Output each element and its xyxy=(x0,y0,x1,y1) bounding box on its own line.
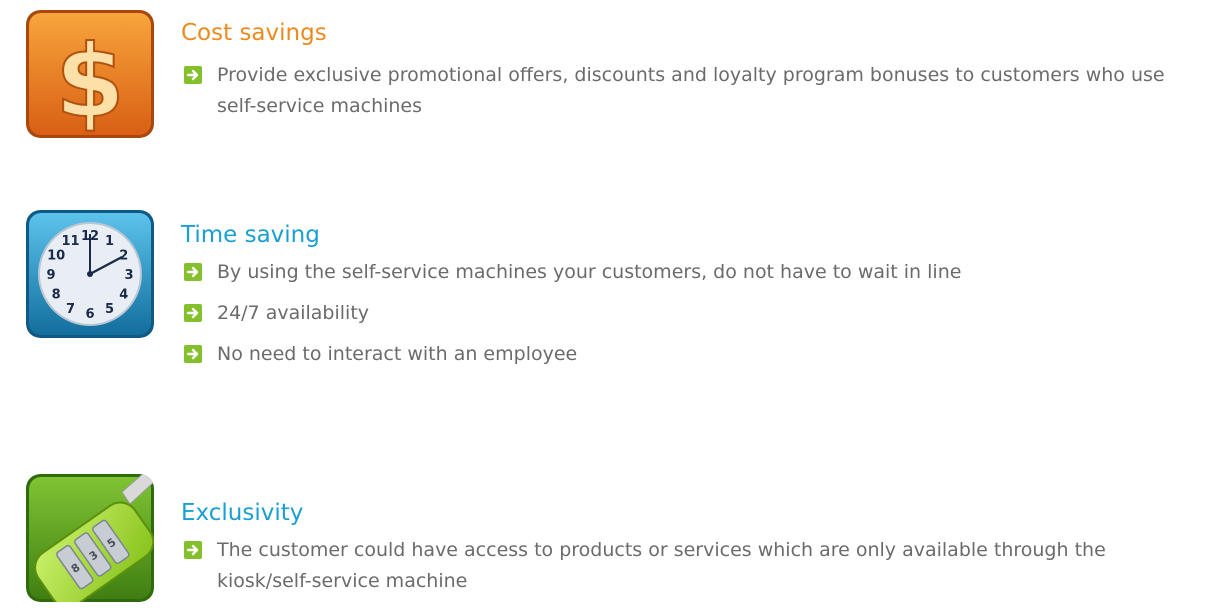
section-title: Exclusivity xyxy=(181,500,304,526)
clock-number: 5 xyxy=(105,302,114,317)
combination-lock-icon: 8 3 5 xyxy=(26,474,154,602)
list-item: The customer could have access to produc… xyxy=(181,535,1201,597)
clock-number: 8 xyxy=(52,288,61,303)
clock-number: 4 xyxy=(119,288,128,303)
list-item: No need to interact with an employee xyxy=(181,339,1201,370)
arrow-right-icon xyxy=(184,263,202,281)
clock-number: 1 xyxy=(105,234,114,249)
clock-number: 9 xyxy=(46,268,55,283)
arrow-right-icon xyxy=(184,345,202,363)
list-item: Provide exclusive promotional offers, di… xyxy=(181,60,1201,122)
clock-number: 6 xyxy=(85,307,94,322)
clock-number: 10 xyxy=(47,249,65,264)
svg-text:$: $ xyxy=(55,23,125,138)
exclusivity-content: Exclusivity The customer could have acce… xyxy=(181,474,1201,597)
arrow-right-icon xyxy=(184,541,202,559)
section-title: Time saving xyxy=(181,222,320,248)
clock-number: 7 xyxy=(66,302,75,317)
arrow-right-icon xyxy=(184,66,202,84)
bullet-text: Provide exclusive promotional offers, di… xyxy=(217,64,1165,117)
list-item: 24/7 availability xyxy=(181,298,1201,329)
bullet-text: By using the self-service machines your … xyxy=(217,261,962,283)
bullet-text: No need to interact with an employee xyxy=(217,343,578,365)
arrow-right-icon xyxy=(184,304,202,322)
section-title: Cost savings xyxy=(181,20,327,46)
clock-icon: 121234567891011 xyxy=(26,210,154,338)
time-saving-content: Time saving By using the self-service ma… xyxy=(181,210,1201,370)
clock-number: 3 xyxy=(124,268,133,283)
list-item: By using the self-service machines your … xyxy=(181,257,1201,288)
bullet-text: 24/7 availability xyxy=(217,302,370,324)
bullet-text: The customer could have access to produc… xyxy=(217,539,1106,592)
dollar-sign-icon: $ xyxy=(26,10,154,138)
clock-number: 11 xyxy=(61,234,79,249)
cost-savings-content: Cost savings Provide exclusive promotion… xyxy=(181,10,1201,122)
clock-number: 2 xyxy=(119,249,128,264)
